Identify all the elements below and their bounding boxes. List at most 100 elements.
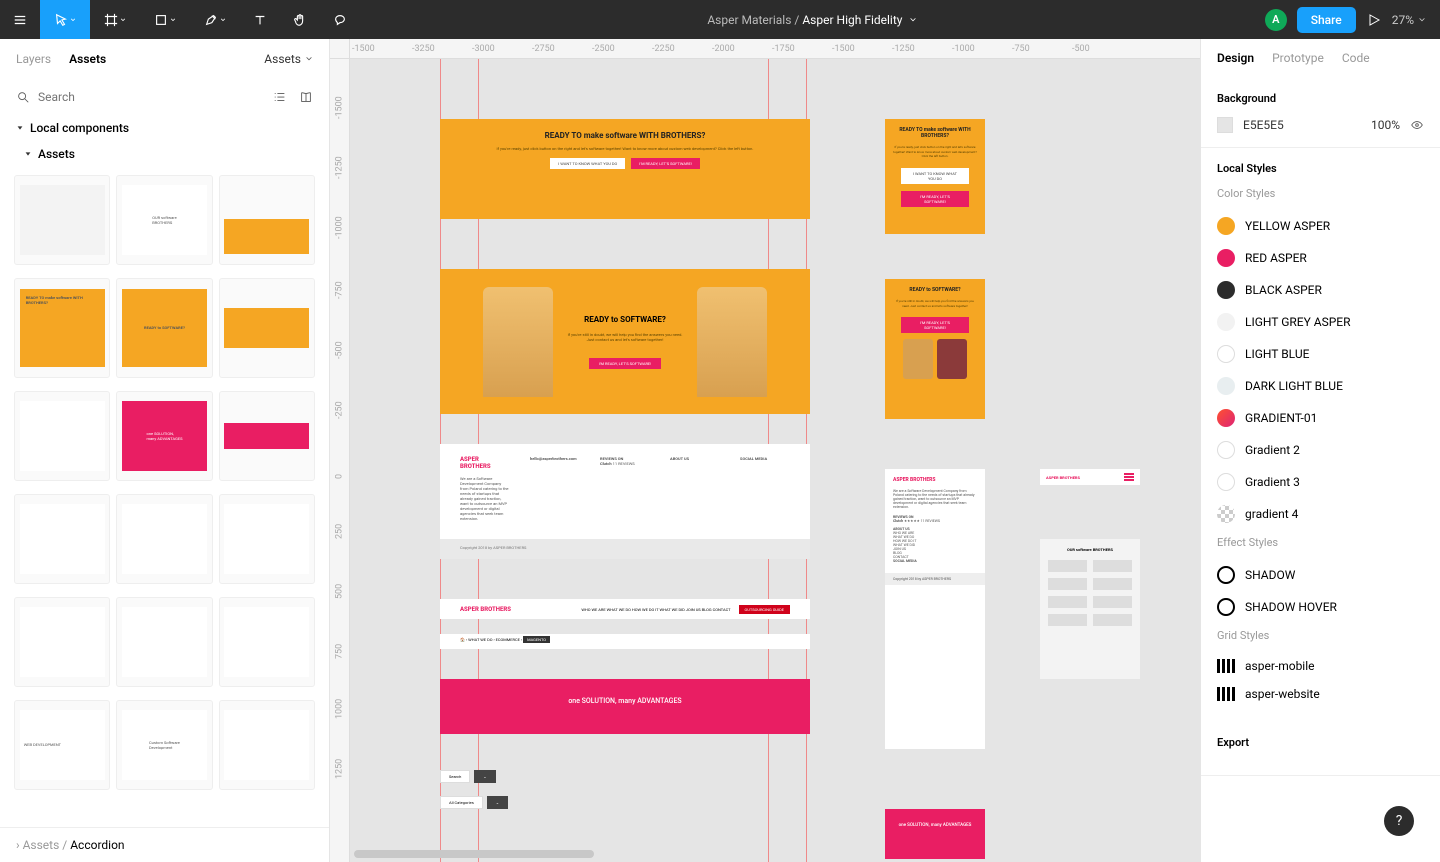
frame-copyright[interactable]: Copyright 2018 by ASPER BROTHERS	[440, 539, 810, 559]
asset-item[interactable]: READY to SOFTWARE?	[116, 278, 212, 378]
frame-footer-desktop[interactable]: ASPER BROTHERSWe are a Software Developm…	[440, 444, 810, 539]
frame-nav-desktop[interactable]: ASPER BROTHERS WHO WE ARE WHAT WE DO HOW…	[440, 599, 810, 619]
category-go[interactable]: ⌄	[487, 796, 508, 809]
asset-item[interactable]: READY TO make software WITH BROTHERS?	[14, 278, 110, 378]
cta-button-red[interactable]: I'M READY, LET'S SOFTWARE!	[901, 191, 968, 207]
asset-item[interactable]	[219, 700, 315, 790]
assets-section[interactable]: Assets	[0, 141, 329, 167]
color-style-row[interactable]: LIGHT BLUE	[1217, 338, 1424, 370]
text-tool[interactable]	[240, 0, 280, 39]
frame-clients-mobile[interactable]: OUR software BROTHERS	[1040, 539, 1140, 679]
color-style-row[interactable]: GRADIENT-01	[1217, 402, 1424, 434]
frame-cta-mobile-1[interactable]: READY TO make software WITH BROTHERS? If…	[885, 119, 985, 234]
color-style-row[interactable]: DARK LIGHT BLUE	[1217, 370, 1424, 402]
ruler-corner	[330, 39, 350, 59]
cta-button-red[interactable]: I'M READY, LET'S SOFTWARE!	[631, 158, 700, 169]
search-filter[interactable]: Search	[440, 770, 470, 783]
library-icon[interactable]	[299, 90, 313, 104]
asset-item[interactable]	[14, 175, 110, 265]
asset-item[interactable]	[14, 597, 110, 687]
eye-icon[interactable]	[1410, 118, 1424, 132]
asset-item[interactable]	[219, 391, 315, 481]
share-button[interactable]: Share	[1297, 7, 1356, 33]
frame-tool[interactable]	[90, 0, 140, 39]
asset-item[interactable]: OUR softwareBROTHERS	[116, 175, 212, 265]
present-button[interactable]	[1366, 12, 1382, 28]
help-button[interactable]: ?	[1384, 806, 1414, 836]
bg-hex[interactable]: E5E5E5	[1243, 118, 1361, 132]
grid-style-row[interactable]: asper-website	[1217, 680, 1424, 708]
frame-breadcrumb-bar[interactable]: 🏠 › WHAT WE DO › ECOMMERCE › MAGENTO	[440, 634, 810, 649]
local-components-section[interactable]: Local components	[0, 115, 329, 141]
asset-item[interactable]	[219, 175, 315, 265]
move-tool[interactable]	[40, 0, 90, 39]
effect-style-row[interactable]: SHADOW	[1217, 559, 1424, 591]
asset-item[interactable]	[116, 597, 212, 687]
tab-assets[interactable]: Assets	[69, 52, 106, 66]
comment-tool[interactable]	[320, 0, 360, 39]
color-style-row[interactable]: Gradient 3	[1217, 466, 1424, 498]
pen-tool[interactable]	[190, 0, 240, 39]
canvas[interactable]: -1500-3250-3000-2750-2500-2250-2000-1750…	[330, 39, 1200, 862]
search-go[interactable]: ⌄	[474, 770, 495, 783]
bg-swatch[interactable]	[1217, 117, 1233, 133]
frame-cta-desktop-1[interactable]: READY TO make software WITH BROTHERS? If…	[440, 119, 810, 219]
color-style-row[interactable]: Gradient 2	[1217, 434, 1424, 466]
cursor-icon	[54, 13, 68, 27]
local-styles-heading: Local Styles	[1217, 162, 1424, 175]
color-style-row[interactable]: BLACK ASPER	[1217, 274, 1424, 306]
burger-icon[interactable]	[1124, 473, 1134, 481]
shape-tool[interactable]	[140, 0, 190, 39]
frame-cta-mobile-2[interactable]: READY to SOFTWARE? If you're still in do…	[885, 279, 985, 419]
tab-design[interactable]: Design	[1217, 51, 1254, 65]
color-style-row[interactable]: YELLOW ASPER	[1217, 210, 1424, 242]
breadcrumb[interactable]: › Assets / Accordion	[0, 827, 329, 862]
rectangle-icon	[154, 13, 168, 27]
list-view-icon[interactable]	[273, 90, 287, 104]
search-input[interactable]	[38, 90, 265, 104]
file-title[interactable]: Asper Materials / Asper High Fidelity	[360, 13, 1265, 27]
asset-item[interactable]	[219, 278, 315, 378]
avatar[interactable]: A	[1265, 9, 1287, 31]
frame-pink-mobile[interactable]: one SOLUTION, many ADVANTAGES	[885, 809, 985, 859]
color-style-row[interactable]: RED ASPER	[1217, 242, 1424, 274]
cta-button-red[interactable]: I'M READY, LET'S SOFTWARE!	[901, 317, 968, 333]
color-style-row[interactable]: LIGHT GREY ASPER	[1217, 306, 1424, 338]
cta-button-white[interactable]: I WANT TO KNOW WHAT YOU DO	[901, 168, 968, 184]
scrollbar-horizontal[interactable]	[354, 850, 594, 858]
person-image	[697, 287, 767, 397]
cta-button-red[interactable]: I'M READY, LET'S SOFTWARE!	[589, 358, 662, 369]
frame-pink-banner[interactable]: one SOLUTION, many ADVANTAGES	[440, 679, 810, 734]
asset-item[interactable]: one SOLUTION,many ADVANTAGES	[116, 391, 212, 481]
frame-filters[interactable]: Search ⌄ All Categories ⌄	[440, 759, 625, 809]
bg-opacity[interactable]: 100%	[1371, 118, 1400, 132]
frame-cta-desktop-2[interactable]: READY to SOFTWARE? If you're still in do…	[440, 269, 810, 414]
frame-footer-mobile[interactable]: ASPER BROTHERS We are a Software Develop…	[885, 469, 985, 749]
person-image	[483, 287, 553, 397]
tab-prototype[interactable]: Prototype	[1272, 51, 1324, 65]
chevron-down-icon	[1418, 16, 1426, 24]
cta-button-white[interactable]: I WANT TO KNOW WHAT YOU DO	[550, 158, 625, 169]
color-style-row[interactable]: gradient 4	[1217, 498, 1424, 530]
asset-item[interactable]: Custom SoftwareDevelopment	[116, 700, 212, 790]
nav-cta[interactable]: OUTSOURCING GUIDE	[739, 605, 790, 614]
frame-nav-mobile[interactable]: ASPER BROTHERS	[1040, 469, 1140, 485]
asset-item[interactable]	[219, 597, 315, 687]
assets-dropdown[interactable]: Assets	[264, 52, 313, 66]
export-heading[interactable]: Export	[1217, 736, 1424, 749]
asset-item[interactable]	[14, 391, 110, 481]
tab-layers[interactable]: Layers	[16, 52, 51, 66]
left-panel: Layers Assets Assets Local components As…	[0, 39, 330, 862]
tab-code[interactable]: Code	[1342, 51, 1370, 65]
effect-style-row[interactable]: SHADOW HOVER	[1217, 591, 1424, 623]
file-name: Asper High Fidelity	[802, 13, 902, 27]
asset-item[interactable]	[219, 494, 315, 584]
menu-button[interactable]	[0, 0, 40, 39]
grid-style-row[interactable]: asper-mobile	[1217, 652, 1424, 680]
hand-tool[interactable]	[280, 0, 320, 39]
asset-item[interactable]	[116, 494, 212, 584]
zoom-dropdown[interactable]: 27%	[1392, 13, 1426, 27]
asset-item[interactable]: WEB DEVELOPMENT	[14, 700, 110, 790]
category-filter[interactable]: All Categories	[440, 796, 483, 809]
asset-item[interactable]	[14, 494, 110, 584]
